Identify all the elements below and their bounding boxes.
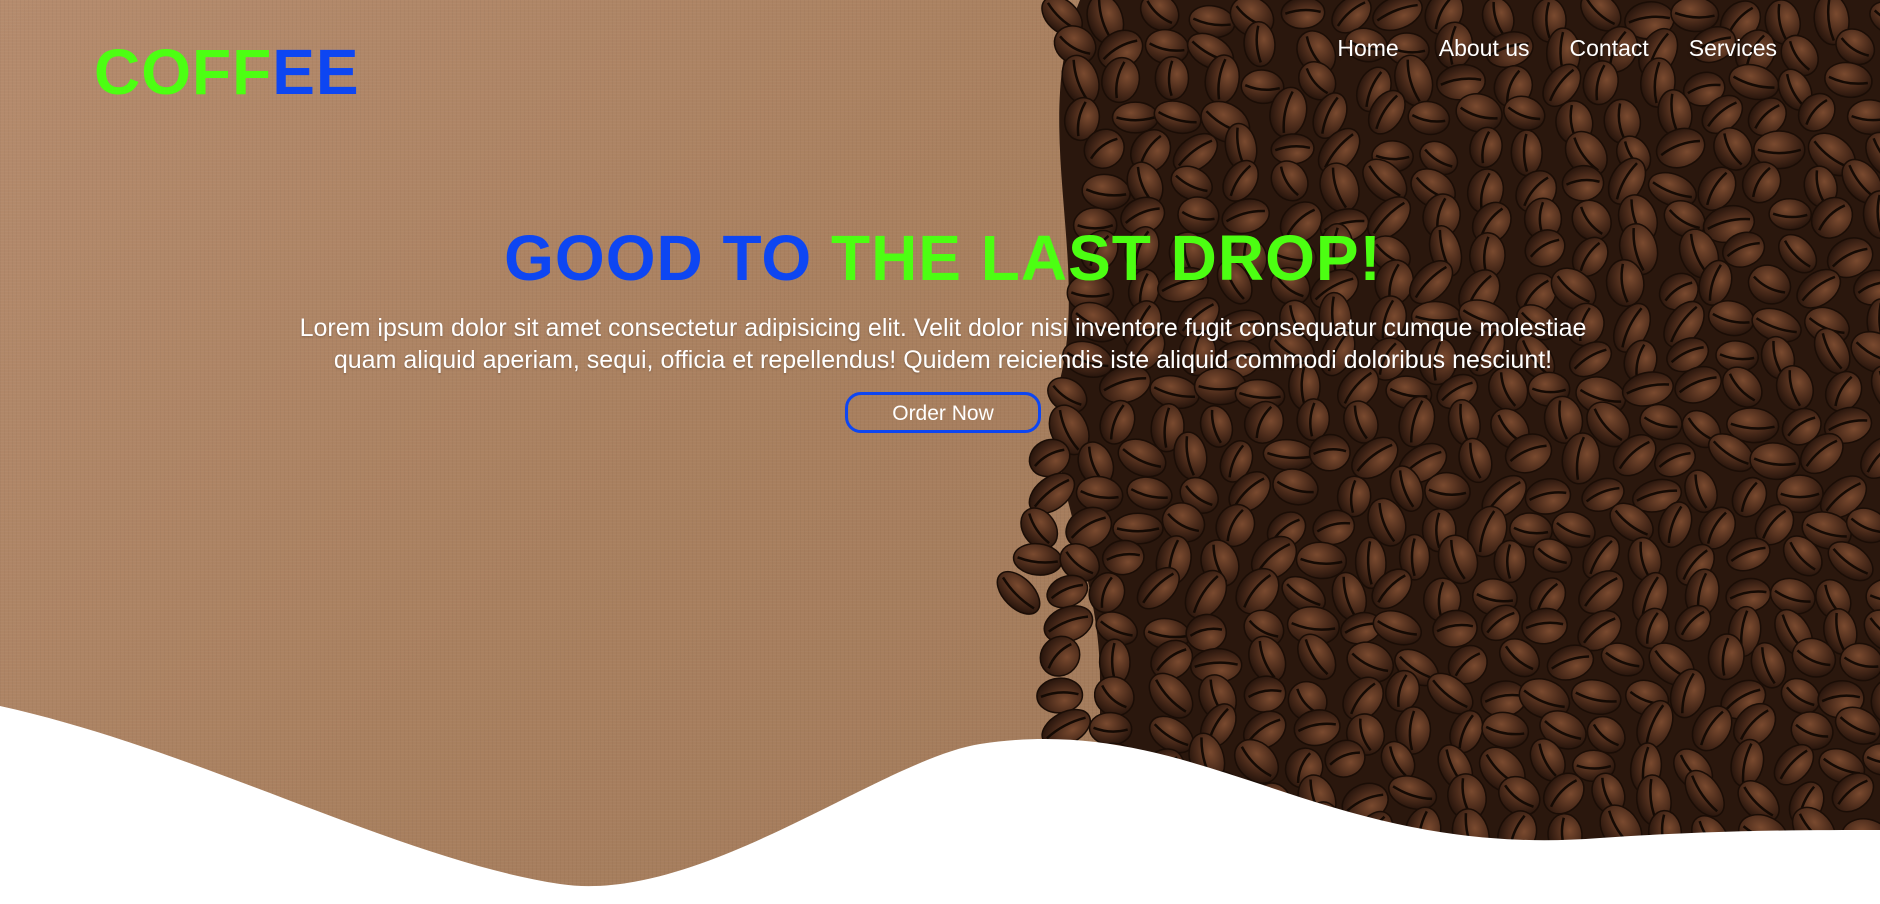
nav-link-contact[interactable]: Contact bbox=[1570, 30, 1649, 66]
nav-link-services[interactable]: Services bbox=[1689, 30, 1777, 66]
logo-text-part2: EE bbox=[272, 36, 360, 108]
headline-part2: THE LAST DROP! bbox=[830, 222, 1382, 294]
hero-content: GOOD TO THE LAST DROP! Lorem ipsum dolor… bbox=[250, 218, 1636, 433]
nav-link-home[interactable]: Home bbox=[1337, 30, 1398, 66]
top-bar: COFFEE Home About us Contact Services bbox=[0, 0, 1880, 110]
main-navigation: Home About us Contact Services bbox=[1337, 30, 1777, 66]
logo-text-part1: COFF bbox=[94, 36, 273, 108]
hero-headline: GOOD TO THE LAST DROP! bbox=[250, 218, 1636, 298]
hero-description: Lorem ipsum dolor sit amet consectetur a… bbox=[299, 314, 1587, 374]
brand-logo[interactable]: COFFEE bbox=[94, 36, 360, 108]
order-now-button[interactable]: Order Now bbox=[845, 392, 1041, 433]
nav-link-about-us[interactable]: About us bbox=[1439, 30, 1530, 66]
hero-section bbox=[0, 0, 1880, 904]
bottom-wave-shape bbox=[0, 706, 1880, 904]
headline-part1: GOOD TO bbox=[504, 222, 831, 294]
